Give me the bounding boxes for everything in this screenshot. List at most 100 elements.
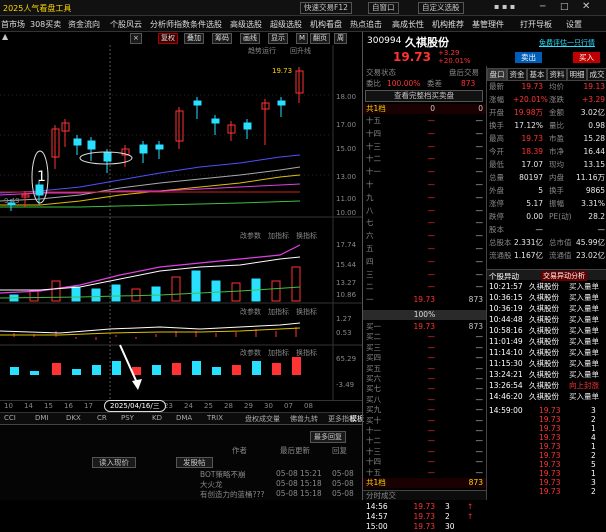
menu-item-308[interactable]: 308买卖 [30,19,61,30]
trade-stock: 久祺股份 [529,282,559,291]
switch-indicator-button[interactable]: 换指标 [296,348,317,358]
menu-item-hot[interactable]: 热点追击 [350,19,382,30]
stat-label: 金额 [549,108,564,117]
quick-trade-button[interactable]: 快速交易F12 [300,2,352,14]
indicator-tab[interactable]: DMA [176,414,192,422]
trade-row: 10:44:48 久祺股份 买入量单 [487,315,606,326]
self-window-button[interactable]: 自窗口 [368,2,399,14]
toolbar-page[interactable]: 翻页 [310,33,330,44]
menu-item-institution[interactable]: 机构看盘 [310,19,342,30]
stock-price: 19.73 [393,50,431,64]
vol-tick: 17.74 [336,241,357,249]
toolbar-close[interactable]: × [130,33,142,44]
close-icon[interactable]: ✕ [582,1,590,12]
volume-bar [171,276,181,302]
trade-time: 13:24:21 [489,370,523,379]
buy-level-label: 十二 [366,436,381,446]
date-tick: 24 [184,402,193,410]
change-param-button[interactable]: 改参数 [240,348,261,358]
menu-item-analyst[interactable]: 分析师指数 [150,19,190,30]
kline-svg[interactable] [0,45,362,400]
stat-tab[interactable]: 资料 [547,68,567,81]
read-price-button[interactable]: 读入现价 [92,457,136,468]
menu-item-super[interactable]: 超级选股 [270,19,302,30]
menu-item-advanced[interactable]: 高级选股 [230,19,262,30]
toolbar-draw[interactable]: 画线 [240,33,260,44]
menu-item-open-panel[interactable]: 打开导板 [520,19,552,30]
volume-bar [29,290,39,302]
minute-tick-dir: ↑ [467,502,474,511]
toolbar-overlay[interactable]: 叠加 [184,33,204,44]
sell-total-vol: 0 [478,104,483,113]
post-button[interactable]: 发股帖 [176,457,213,468]
sort-most-reply-button[interactable]: 最多回复 [310,431,346,443]
full-book-button[interactable]: 查看完整档买卖盘 [365,90,483,102]
switch-indicator-button[interactable]: 换指标 [296,307,317,317]
trade-type: 向上封涨 [569,381,599,390]
indicator-tab[interactable]: 盘权成交量 [245,414,280,424]
indicator-tab[interactable]: TRIX [207,414,223,422]
forum-row[interactable]: 有创造力的蓝桶??? 05-08 15:18 05-08 [0,489,362,499]
menu-item-condition[interactable]: 条件选股 [190,19,222,30]
low-marker: 9.49 [4,197,20,205]
sell-level-row: 五 — — [363,244,486,254]
change-param-button[interactable]: 改参数 [240,307,261,317]
menu-item-stock-wind[interactable]: 个股风云 [110,19,142,30]
indicator-tab[interactable]: PSY [121,414,134,422]
indicator-tab[interactable]: CCI [4,414,16,422]
stat-tab[interactable]: 成交 [587,68,606,81]
maximize-icon[interactable]: □ [560,2,569,12]
minimize-icon[interactable]: ─ [540,2,545,12]
custom-select-button[interactable]: 自定义选股 [418,2,464,14]
adjust-badge[interactable]: 复权 [158,33,178,44]
stat-value: 19.13 [583,82,605,91]
buy-button[interactable]: 买入 [573,52,600,63]
menu-item-recommend[interactable]: 机构推荐 [432,19,464,30]
indicator-tab[interactable]: DMI [35,414,49,422]
sell-level-row: 一 19.73 873 [363,295,486,305]
stat-tab[interactable]: 明细 [567,68,587,81]
vol-tick: 10.86 [336,291,357,299]
sell-level-label: 十三 [366,141,381,151]
menu-item-market[interactable]: 首市场 [1,19,25,30]
add-indicator-button[interactable]: 加指标 [268,348,289,358]
forum-date: 05-08 [276,489,298,498]
sell-level-price: 19.73 [413,295,435,305]
toolbar-chips[interactable]: 筹码 [212,33,232,44]
change-param-button[interactable]: 改参数 [240,231,261,241]
stat-tab[interactable]: 盘口 [487,68,507,81]
sell-level-row: 二 — — [363,282,486,292]
indicator-tab[interactable]: KD [152,414,162,422]
add-indicator-button[interactable]: 加指标 [268,231,289,241]
switch-indicator-button[interactable]: 换指标 [296,231,317,241]
sell-button[interactable]: 卖出 [515,52,542,63]
stat-label: 现均 [549,160,564,169]
add-indicator-button[interactable]: 加指标 [268,307,289,317]
trade-header-right[interactable]: 交易异动分析 [541,271,587,281]
indicator-tab[interactable]: DKX [66,414,81,422]
trade-status-label: 交易状态 [366,68,396,77]
menu-item-fund-flow[interactable]: 资金流向 [68,19,100,30]
stat-tab[interactable]: 基本 [527,68,547,81]
sell-level-vol: — [475,256,484,266]
stat-value: +3.29 [582,95,605,104]
menu-item-settings[interactable]: 设置 [566,19,582,30]
kline-chart-area[interactable]: 19.73 9.49 1 趋势运行 回升线 18.00 17.00 15.00 … [0,45,362,400]
indicator-tab[interactable]: 佛兽九转 [290,414,318,424]
menu-item-fund-mgmt[interactable]: 基管理件 [472,19,504,30]
price-tick: 11.00 [336,195,357,203]
sell-level-price: — [427,218,436,228]
forum-row[interactable]: BOT策略不崩 05-08 15:21 05-08 [0,469,362,479]
minute-trade-tab[interactable]: 分时成交 [363,490,486,500]
eval-link[interactable]: 免费评估一只行情 [539,38,595,48]
stat-tab[interactable]: 资金 [507,68,527,81]
forum-row[interactable]: 大火龙 05-08 15:18 05-08 [0,479,362,489]
sell-total-row: 共1档 0 0 [363,104,486,114]
toolbar-m[interactable]: M [296,33,309,44]
toolbar-left-arrow[interactable]: ▲ [2,32,8,41]
window-menu-icon[interactable]: ▪ ▪ ▪ [494,2,515,11]
indicator-tab[interactable]: CR [97,414,107,422]
toolbar-week[interactable]: 周 [334,33,347,44]
menu-item-growth[interactable]: 高成长性 [392,19,424,30]
toolbar-display[interactable]: 显示 [268,33,288,44]
